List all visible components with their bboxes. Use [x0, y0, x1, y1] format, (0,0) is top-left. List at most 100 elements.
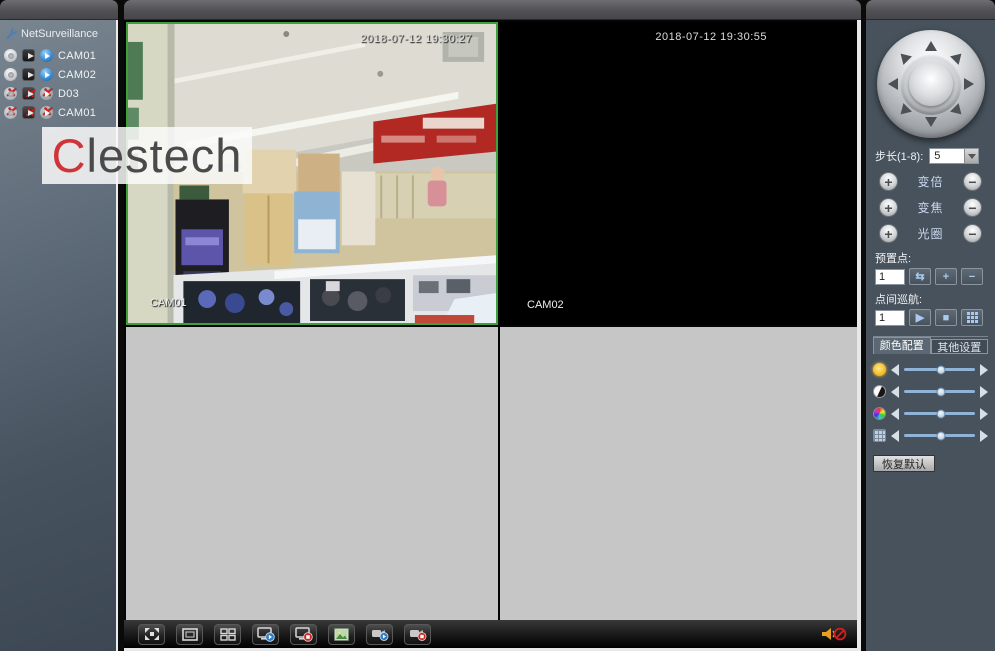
stop-disabled-icon[interactable]: ✕ [4, 87, 17, 100]
stop-icon[interactable] [4, 68, 17, 81]
dropdown-arrow-icon[interactable] [964, 149, 978, 163]
slider-handle[interactable] [936, 387, 945, 396]
focus-control-row: + 变焦 − [873, 198, 988, 217]
step-select[interactable]: 5 [929, 148, 979, 164]
iris-close-button[interactable]: − [963, 224, 982, 243]
monitor-play-icon [257, 627, 275, 642]
device-tree-root[interactable]: NetSurveillance [0, 24, 116, 46]
play-main-stream-icon[interactable] [22, 68, 35, 81]
preset-remove-button[interactable]: − [961, 268, 983, 285]
increase-arrow-icon[interactable] [980, 386, 988, 398]
quad-view-button[interactable] [214, 624, 241, 645]
snapshot-button[interactable] [328, 624, 355, 645]
play-disabled-icon[interactable]: ✕ [40, 87, 53, 100]
osd-timestamp: 2018-07-12 19:30:27 [360, 33, 472, 45]
preset-goto-button[interactable]: ⇆ [909, 268, 931, 285]
tab-other-settings[interactable]: 其他设置 [931, 339, 989, 354]
contrast-slider-row [873, 385, 988, 398]
brightness-icon [873, 363, 886, 376]
netsurveillance-window: NetSurveillance CAM01 CAM02 ✕ ✕ ✕ D03 [0, 0, 995, 651]
stop-all-video-button[interactable] [290, 624, 317, 645]
quad-view-icon [220, 628, 236, 641]
ptz-wheel[interactable] [877, 30, 985, 138]
cruise-number-input[interactable] [875, 310, 905, 326]
device-row-cam01[interactable]: CAM01 [0, 46, 116, 65]
slider-handle[interactable] [936, 431, 945, 440]
focus-in-button[interactable]: + [879, 198, 898, 217]
cruise-start-button[interactable]: ▶ [909, 309, 931, 326]
preset-add-button[interactable]: + [935, 268, 957, 285]
clestech-watermark: Clestech [42, 127, 252, 184]
brightness-slider[interactable] [904, 368, 975, 371]
ptz-center-knob[interactable] [909, 62, 953, 106]
device-panel: NetSurveillance CAM01 CAM02 ✕ ✕ ✕ D03 [0, 0, 118, 651]
decrease-arrow-icon[interactable] [891, 430, 899, 442]
start-all-video-button[interactable] [252, 624, 279, 645]
watermark-initial: C [52, 129, 87, 182]
play-sub-stream-icon[interactable] [40, 49, 53, 62]
ptz-up-button[interactable] [925, 41, 937, 51]
iris-open-button[interactable]: + [879, 224, 898, 243]
increase-arrow-icon[interactable] [980, 408, 988, 420]
ptz-right-button[interactable] [964, 78, 974, 90]
cruise-stop-button[interactable]: ■ [935, 309, 957, 326]
play-disabled-icon[interactable]: ✕ [22, 87, 35, 100]
ptz-down-button[interactable] [925, 117, 937, 127]
ptz-left-button[interactable] [888, 78, 898, 90]
wrench-icon [4, 27, 17, 40]
saturation-slider[interactable] [904, 412, 975, 415]
focus-out-button[interactable]: − [963, 198, 982, 217]
zoom-in-button[interactable]: + [879, 172, 898, 191]
slider-handle[interactable] [936, 365, 945, 374]
ptz-panel-titlebar [866, 0, 995, 20]
sharpness-slider[interactable] [904, 434, 975, 437]
play-main-stream-icon[interactable] [22, 49, 35, 62]
video-pane-4-empty[interactable] [500, 327, 857, 620]
zoom-out-button[interactable]: − [963, 172, 982, 191]
video-pane-3-empty[interactable] [126, 327, 498, 620]
play-sub-stream-icon[interactable] [40, 68, 53, 81]
play-disabled-icon[interactable]: ✕ [22, 106, 35, 119]
zoom-label: 变倍 [917, 173, 943, 190]
increase-arrow-icon[interactable] [980, 364, 988, 376]
device-row-cam02[interactable]: CAM02 [0, 65, 116, 84]
decrease-arrow-icon[interactable] [891, 364, 899, 376]
stop-icon[interactable] [4, 49, 17, 62]
start-record-button[interactable] [366, 624, 393, 645]
device-name[interactable]: D03 [58, 88, 79, 100]
app-title: NetSurveillance [21, 28, 98, 40]
preset-label: 预置点: [875, 250, 988, 266]
decrease-arrow-icon[interactable] [891, 386, 899, 398]
speaker-muted-icon [821, 626, 847, 642]
cruise-controls: ▶ ■ [875, 309, 988, 326]
preset-controls: ⇆ + − [875, 268, 988, 285]
stop-record-button[interactable] [404, 624, 431, 645]
video-pane-2[interactable]: 2018-07-12 19:30:55 CAM02 [500, 22, 857, 325]
single-view-button[interactable] [176, 624, 203, 645]
device-row-cam01-offline[interactable]: ✕ ✕ ✕ CAM01 [0, 103, 116, 122]
slider-handle[interactable] [936, 409, 945, 418]
sharpness-slider-row [873, 429, 988, 442]
monitor-stop-icon [295, 627, 313, 642]
contrast-slider[interactable] [904, 390, 975, 393]
increase-arrow-icon[interactable] [980, 430, 988, 442]
device-name[interactable]: CAM02 [58, 69, 96, 81]
fullscreen-button[interactable] [138, 624, 165, 645]
stop-disabled-icon[interactable]: ✕ [4, 106, 17, 119]
decrease-arrow-icon[interactable] [891, 408, 899, 420]
ptz-panel: 步长(1-8): 5 + 变倍 − + 变焦 − + 光圈 − [866, 0, 995, 651]
cruise-setup-button[interactable] [961, 309, 983, 326]
device-name[interactable]: CAM01 [58, 50, 96, 62]
audio-mute-indicator[interactable] [821, 626, 847, 642]
preset-number-input[interactable] [875, 269, 905, 285]
restore-default-button[interactable]: 恢复默认 [873, 455, 935, 472]
step-label: 步长(1-8): [875, 148, 923, 164]
camera-stop-icon [409, 627, 427, 641]
step-value: 5 [930, 149, 964, 163]
device-name[interactable]: CAM01 [58, 107, 96, 119]
device-row-d03[interactable]: ✕ ✕ ✕ D03 [0, 84, 116, 103]
video-panel-titlebar [124, 0, 861, 20]
tab-color-config[interactable]: 颜色配置 [873, 337, 931, 354]
play-disabled-icon[interactable]: ✕ [40, 106, 53, 119]
ptz-center-ring [900, 53, 962, 115]
